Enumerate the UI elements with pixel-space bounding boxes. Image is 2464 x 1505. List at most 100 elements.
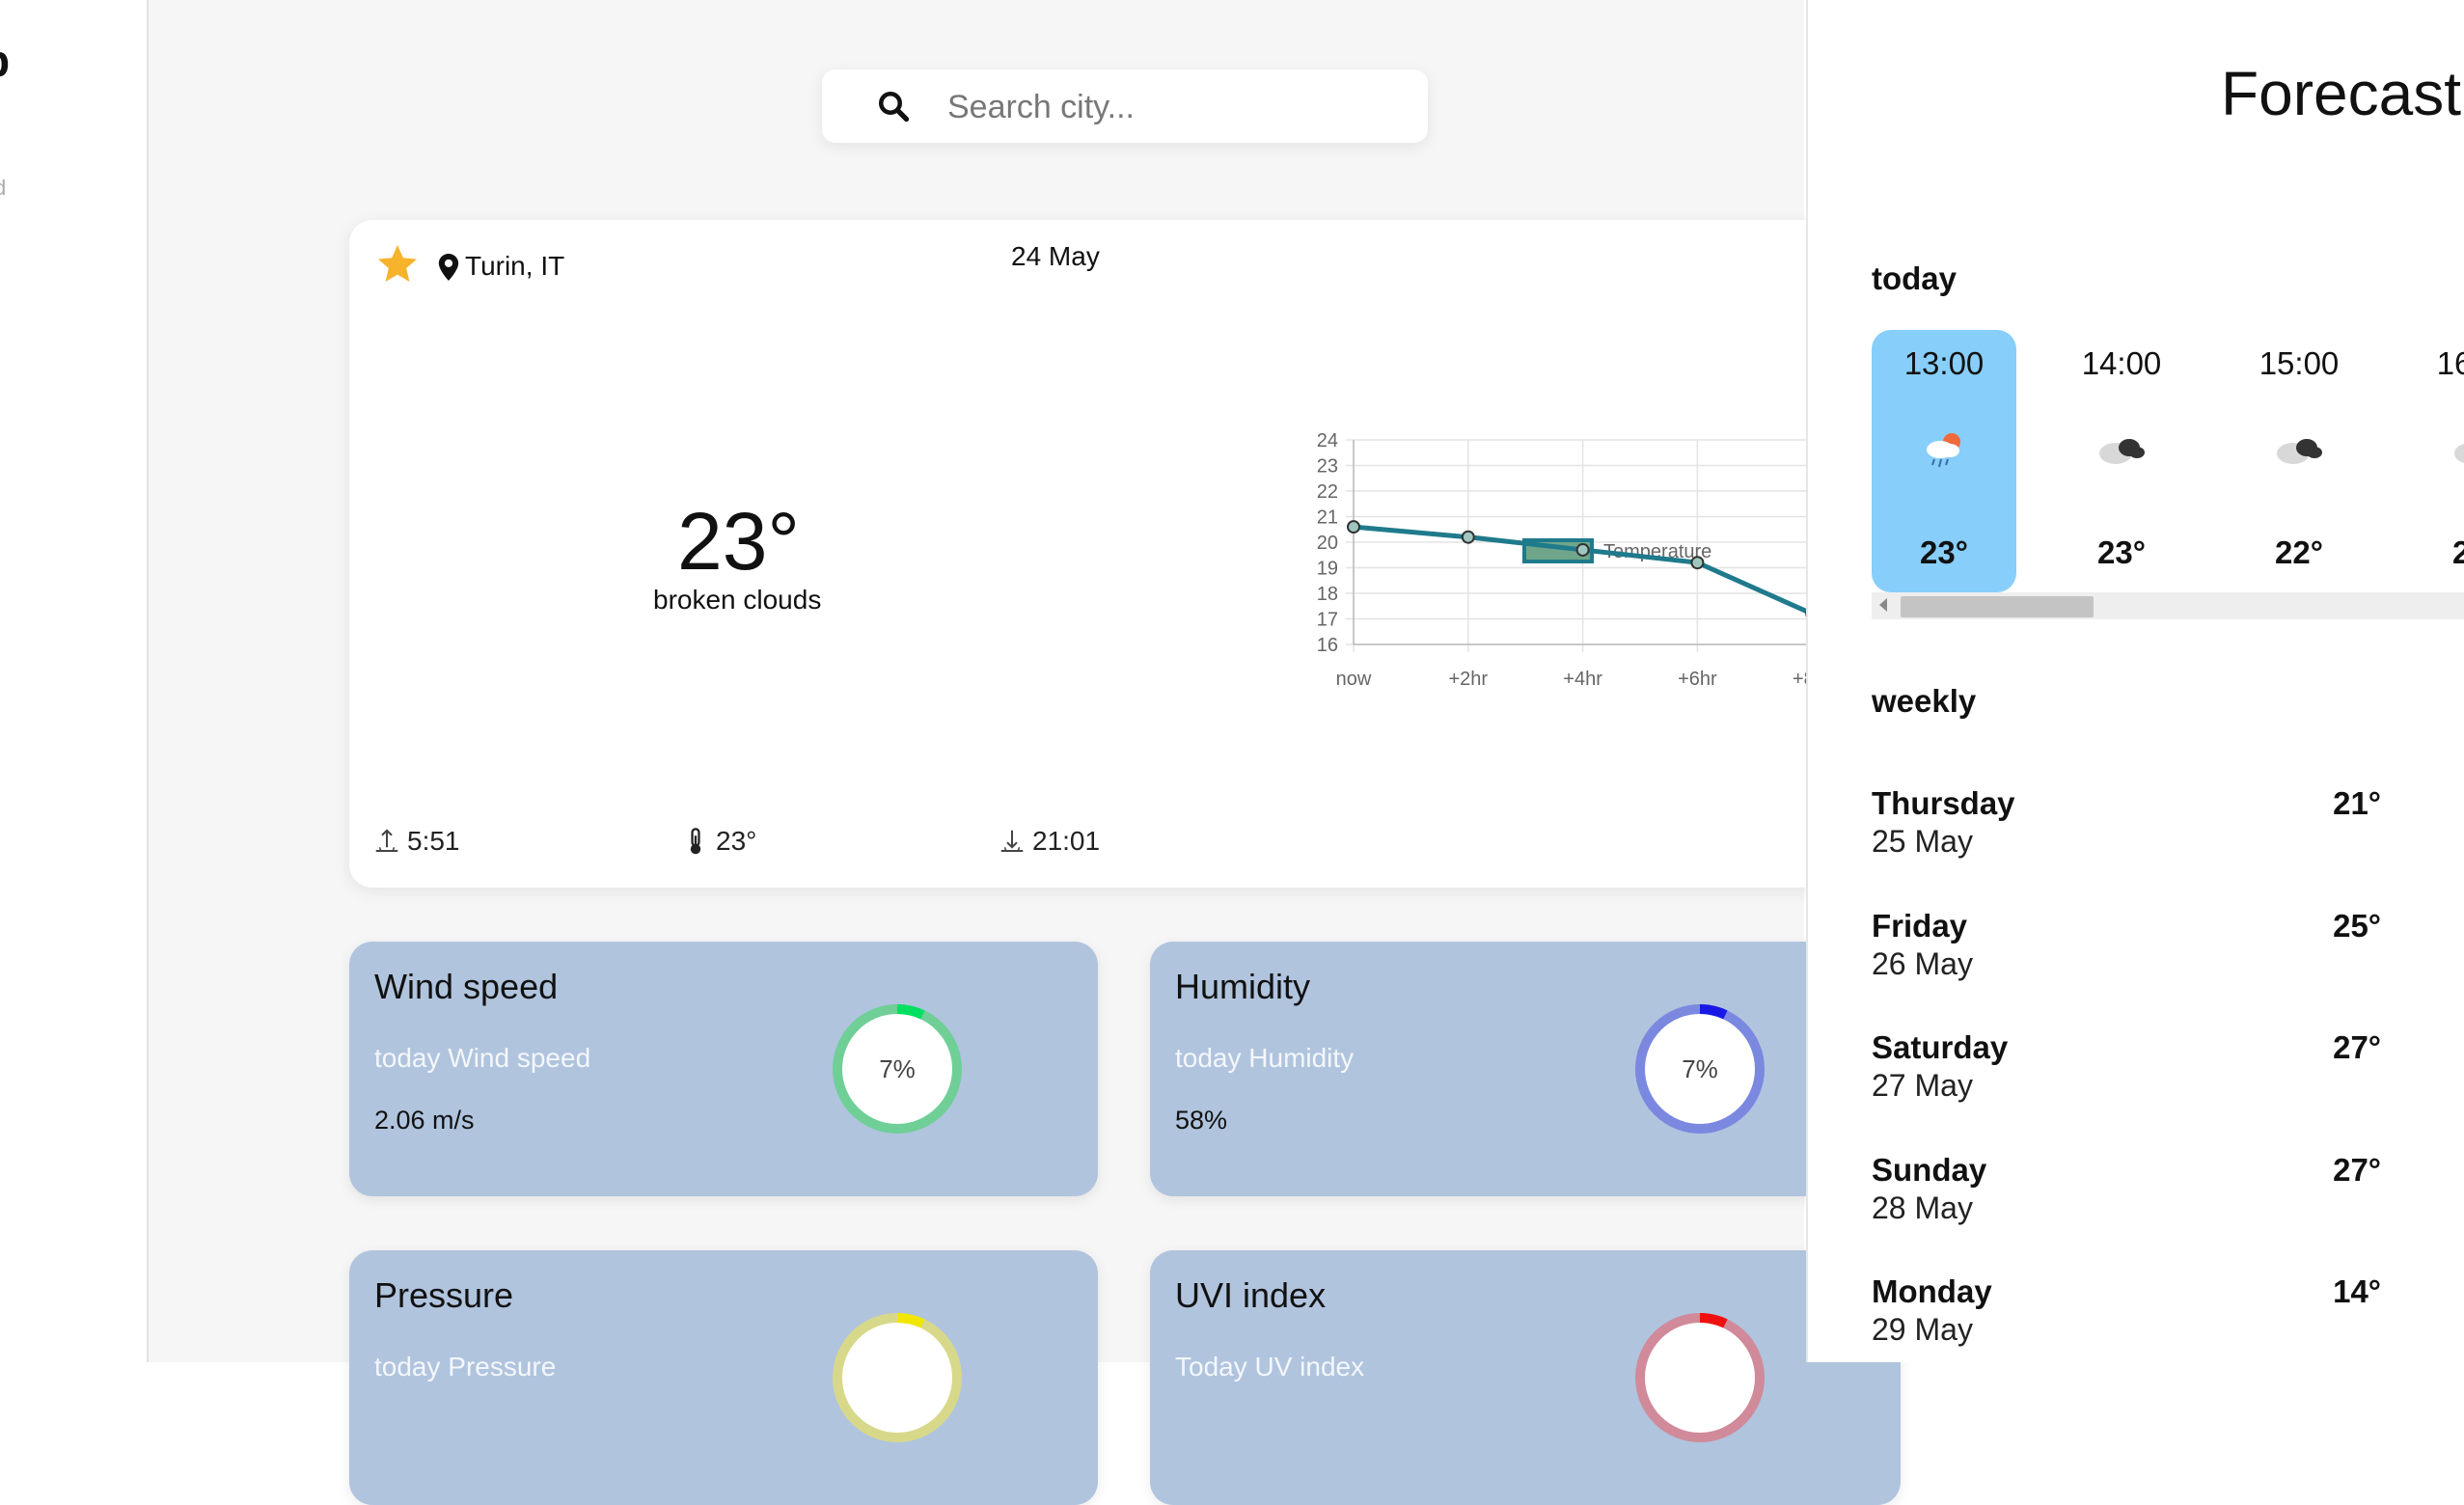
y-tick-label: 24 xyxy=(1317,430,1338,452)
current-weather-card: Turin, IT 24 May 23° broken clouds 5:51 … xyxy=(349,220,1901,888)
temperature-data-point xyxy=(1691,557,1703,568)
hour-temp: 22° xyxy=(2227,534,2371,571)
pressure-gauge xyxy=(830,1310,965,1445)
stat-title: Humidity xyxy=(1175,967,1310,1007)
weekly-item: Thursday 25 May 21° xyxy=(1872,785,2431,872)
hour-temp: 23° xyxy=(2049,534,2194,571)
x-tick-label: +2hr xyxy=(1449,669,1489,690)
temperature-data-point xyxy=(1463,532,1474,543)
gauge-label: 7% xyxy=(1682,1054,1718,1083)
uv-index-card: UVI index Today UV index xyxy=(1150,1250,1901,1505)
y-tick-label: 23 xyxy=(1317,456,1338,478)
broken-clouds-icon xyxy=(2093,426,2150,475)
feels-like-info: 23° xyxy=(683,826,756,857)
stat-subtitle: today Wind speed xyxy=(374,1043,590,1074)
x-tick-label: +4hr xyxy=(1563,669,1602,690)
city-name: Turin, IT xyxy=(465,251,564,282)
sunset-time: 21:01 xyxy=(1032,826,1100,857)
rain-sun-icon xyxy=(1915,426,1973,475)
humidity-card: Humidity today Humidity 58% 7% xyxy=(1150,942,1901,1196)
gauge-label: 7% xyxy=(879,1054,916,1083)
day-date: 25 May xyxy=(1872,824,1973,860)
pressure-card: Pressure today Pressure xyxy=(349,1250,1098,1505)
gauge-fill-arc xyxy=(897,1318,922,1324)
stat-title: Pressure xyxy=(374,1275,513,1316)
day-date: 29 May xyxy=(1872,1312,1973,1348)
forecast-panel: Forecast today 13:00 23° 14:00 23° 15:00… xyxy=(1806,0,2464,1362)
humidity-gauge: 7% xyxy=(1632,1001,1767,1136)
hour-time: 16:00 xyxy=(2404,345,2464,382)
weekly-item: Saturday 27 May 27° xyxy=(1872,1029,2431,1116)
favorite-star-icon[interactable] xyxy=(374,241,421,287)
temperature-data-point xyxy=(1577,544,1589,556)
sunrise-time: 5:51 xyxy=(407,826,460,857)
sidebar-item-fragment[interactable]: d xyxy=(0,176,6,201)
weekly-label: weekly xyxy=(1872,683,1976,720)
gauge-fill-arc xyxy=(1700,1009,1725,1015)
day-name: Saturday xyxy=(1872,1029,2008,1066)
hour-time: 15:00 xyxy=(2227,345,2371,382)
broken-clouds-icon xyxy=(2448,426,2464,475)
y-tick-label: 21 xyxy=(1317,507,1338,529)
day-date: 28 May xyxy=(1872,1190,1973,1226)
weekly-item: Sunday 28 May 27° xyxy=(1872,1152,2431,1239)
wind-speed-gauge: 7% xyxy=(830,1001,965,1136)
stat-value: 2.06 m/s xyxy=(374,1106,475,1136)
y-tick-label: 22 xyxy=(1317,481,1338,503)
hourly-item[interactable]: 16:00 22° xyxy=(2404,330,2464,592)
scroll-left-arrow-icon[interactable] xyxy=(1879,598,1887,612)
sunset-info: 21:01 xyxy=(999,826,1100,857)
stat-title: UVI index xyxy=(1175,1275,1326,1316)
thermometer-icon xyxy=(683,827,708,856)
current-temperature: 23° xyxy=(677,495,800,588)
stat-title: Wind speed xyxy=(374,967,558,1007)
weekly-item: Monday 29 May 14° xyxy=(1872,1273,2431,1360)
search-icon xyxy=(876,89,911,123)
forecast-title: Forecast xyxy=(2221,58,2461,129)
stat-subtitle: today Pressure xyxy=(374,1352,556,1382)
hourly-item[interactable]: 15:00 22° xyxy=(2227,330,2371,592)
day-temp: 27° xyxy=(2333,1029,2381,1066)
sunset-icon xyxy=(999,827,1025,856)
day-temp: 25° xyxy=(2333,908,2381,944)
hour-time: 14:00 xyxy=(2049,345,2194,382)
stat-subtitle: Today UV index xyxy=(1175,1352,1364,1382)
stat-subtitle: today Humidity xyxy=(1175,1043,1354,1074)
logo-fragment: p xyxy=(0,35,10,87)
gauge-track xyxy=(1640,1318,1760,1437)
temperature-data-point xyxy=(1348,521,1359,533)
day-temp: 21° xyxy=(2333,785,2381,822)
day-name: Friday xyxy=(1872,908,1967,944)
weekly-item: Friday 26 May 25° xyxy=(1872,908,2431,995)
search-input[interactable] xyxy=(945,83,1393,131)
main-content: Turin, IT 24 May 23° broken clouds 5:51 … xyxy=(149,0,1804,1362)
y-tick-label: 17 xyxy=(1317,610,1338,631)
day-date: 27 May xyxy=(1872,1068,1973,1104)
y-tick-label: 19 xyxy=(1317,559,1338,580)
hourly-item[interactable]: 14:00 23° xyxy=(2049,330,2194,592)
location-pin-icon xyxy=(438,254,459,281)
gauge-fill-arc xyxy=(1700,1318,1725,1324)
sidebar: p d . xyxy=(0,0,149,1362)
x-tick-label: now xyxy=(1336,669,1372,690)
sunrise-info: 5:51 xyxy=(374,826,460,857)
day-name: Monday xyxy=(1872,1273,1992,1310)
day-date: 26 May xyxy=(1872,946,1973,982)
day-name: Sunday xyxy=(1872,1152,1986,1189)
hour-time: 13:00 xyxy=(1872,345,2016,382)
hourly-item[interactable]: 13:00 23° xyxy=(1872,330,2016,592)
y-tick-label: 20 xyxy=(1317,533,1338,554)
feels-like-temp: 23° xyxy=(716,826,756,857)
gauge-fill-arc xyxy=(897,1009,922,1015)
y-tick-label: 16 xyxy=(1317,635,1338,656)
x-tick-label: +6hr xyxy=(1678,669,1717,690)
day-name: Thursday xyxy=(1872,785,2015,822)
search-bar[interactable] xyxy=(822,69,1428,143)
weather-description: broken clouds xyxy=(653,585,821,616)
sunrise-icon xyxy=(374,827,399,856)
uv-index-gauge xyxy=(1632,1310,1767,1445)
y-tick-label: 18 xyxy=(1317,584,1338,605)
scrollbar-thumb[interactable] xyxy=(1901,596,2094,617)
hour-temp: 23° xyxy=(1872,534,2016,571)
gauge-track xyxy=(837,1318,957,1437)
